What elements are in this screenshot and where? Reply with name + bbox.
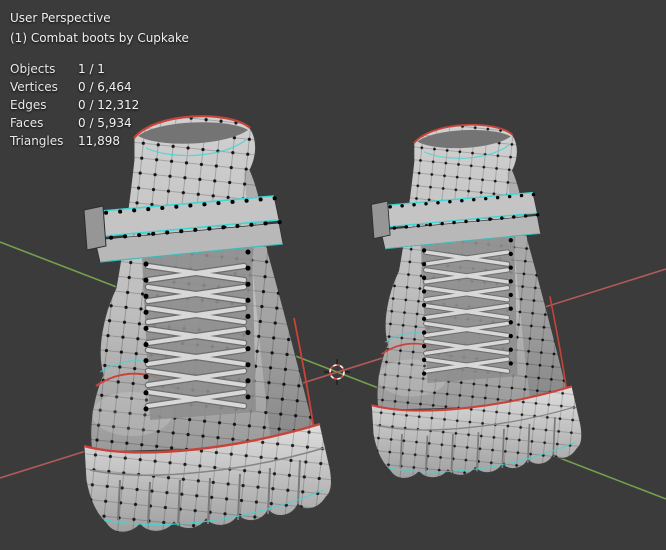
view-perspective-label: User Perspective xyxy=(10,11,111,25)
active-object-label: (1) Combat boots by Cupkake xyxy=(10,31,189,45)
stat-label-edges: Edges xyxy=(10,98,47,112)
3d-viewport[interactable]: User Perspective (1) Combat boots by Cup… xyxy=(0,0,666,550)
stat-value-edges: 0 / 12,312 xyxy=(78,98,140,112)
stat-value-vertices: 0 / 6,464 xyxy=(78,80,132,94)
stat-label-faces: Faces xyxy=(10,116,44,130)
stat-value-faces: 0 / 5,934 xyxy=(78,116,132,130)
stat-value-objects: 1 / 1 xyxy=(78,62,105,76)
stat-value-triangles: 11,898 xyxy=(78,134,120,148)
scene-statistics: Objects 1 / 1 Vertices 0 / 6,464 Edges 0… xyxy=(10,62,189,148)
stat-label-objects: Objects xyxy=(10,62,56,76)
stat-label-vertices: Vertices xyxy=(10,80,58,94)
viewport-overlay-text: User Perspective (1) Combat boots by Cup… xyxy=(10,8,189,148)
stat-label-triangles: Triangles xyxy=(10,134,64,148)
